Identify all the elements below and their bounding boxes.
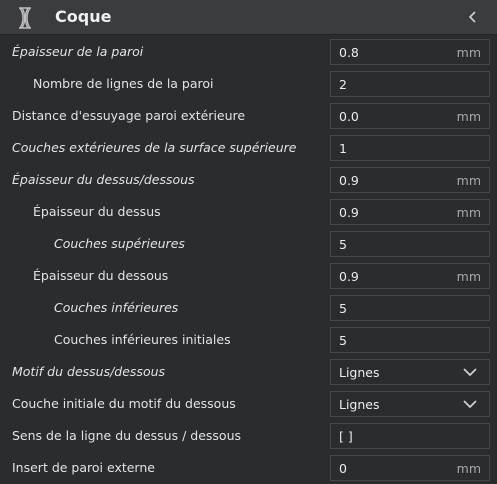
setting-unit: mm [456,173,481,188]
shell-icon [19,7,31,29]
setting-dropdown[interactable]: Lignes [330,391,490,417]
setting-value: 5 [339,333,347,348]
setting-input[interactable]: 1 [330,135,490,161]
setting-input[interactable]: [ ] [330,423,490,449]
section-header[interactable]: Coque [0,0,497,35]
setting-unit: mm [456,45,481,60]
setting-label: Couche initiale du motif du dessous [12,396,236,411]
section-title: Coque [55,7,112,26]
setting-row: Couches supérieures 5 [0,228,497,260]
setting-row: Épaisseur du dessus 0.9 mm [0,196,497,228]
setting-row: Couches extérieures de la surface supéri… [0,132,497,164]
setting-row: Couches inférieures 5 [0,292,497,324]
setting-row: Couches inférieures initiales 5 [0,324,497,356]
setting-value: 0 [339,461,347,476]
setting-label: Sens de la ligne du dessus / dessous [12,428,242,443]
setting-input[interactable]: 0.0 mm [330,103,490,129]
setting-value: 0.9 [339,173,359,188]
setting-label: Insert de paroi externe [12,460,155,475]
setting-value: 5 [339,237,347,252]
setting-unit: mm [456,461,481,476]
setting-unit: mm [456,109,481,124]
setting-input[interactable]: 0.9 mm [330,199,490,225]
setting-value: Lignes [339,397,380,412]
setting-value: 0.9 [339,269,359,284]
setting-value: 0.8 [339,45,359,60]
setting-input[interactable]: 0.8 mm [330,39,490,65]
setting-value: 0.9 [339,205,359,220]
setting-label: Épaisseur de la paroi [12,44,144,59]
setting-value: 2 [339,77,347,92]
chevron-down-icon [463,400,477,409]
setting-input[interactable]: 2 [330,71,490,97]
setting-value: 1 [339,141,347,156]
setting-input[interactable]: 0.9 mm [330,263,490,289]
setting-input[interactable]: 0.9 mm [330,167,490,193]
setting-value: Lignes [339,365,380,380]
setting-row: Distance d'essuyage paroi extérieure 0.0 m… [0,100,497,132]
setting-unit: mm [456,269,481,284]
setting-label: Couches inférieures [54,300,179,315]
setting-dropdown[interactable]: Lignes [330,359,490,385]
setting-label: Motif du dessus/dessous [12,364,166,379]
setting-value: 5 [339,301,347,316]
setting-row: Épaisseur du dessus/dessous 0.9 mm [0,164,497,196]
setting-value: [ ] [339,429,353,444]
setting-input[interactable]: 0 mm [330,455,490,481]
chevron-down-icon [463,368,477,377]
setting-row: Couche initiale du motif du dessous Ligne… [0,388,497,420]
setting-value: 0.0 [339,109,359,124]
setting-label: Épaisseur du dessus/dessous [12,172,195,187]
setting-label: Couches extérieures de la surface supéri… [12,140,297,155]
setting-row: Épaisseur du dessous 0.9 mm [0,260,497,292]
setting-row: Insert de paroi externe 0 mm [0,452,497,484]
setting-unit: mm [456,205,481,220]
setting-label: Couches supérieures [54,236,185,251]
setting-row: Motif du dessus/dessous Lignes [0,356,497,388]
setting-row: Nombre de lignes de la paroi 2 [0,68,497,100]
setting-input[interactable]: 5 [330,231,490,257]
setting-label: Nombre de lignes de la paroi [33,76,214,91]
setting-label: Couches inférieures initiales [54,332,231,347]
chevron-left-icon[interactable] [461,5,485,29]
setting-label: Distance d'essuyage paroi extérieure [12,108,246,123]
setting-row: Épaisseur de la paroi 0.8 mm [0,36,497,68]
setting-input[interactable]: 5 [330,327,490,353]
shell-settings-panel: Coque Épaisseur de la paroi 0.8 mm Nombre d… [0,0,497,482]
setting-label: Épaisseur du dessus [33,204,161,219]
setting-label: Épaisseur du dessous [33,268,169,283]
setting-row: Sens de la ligne du dessus / dessous [ ] [0,420,497,452]
setting-input[interactable]: 5 [330,295,490,321]
